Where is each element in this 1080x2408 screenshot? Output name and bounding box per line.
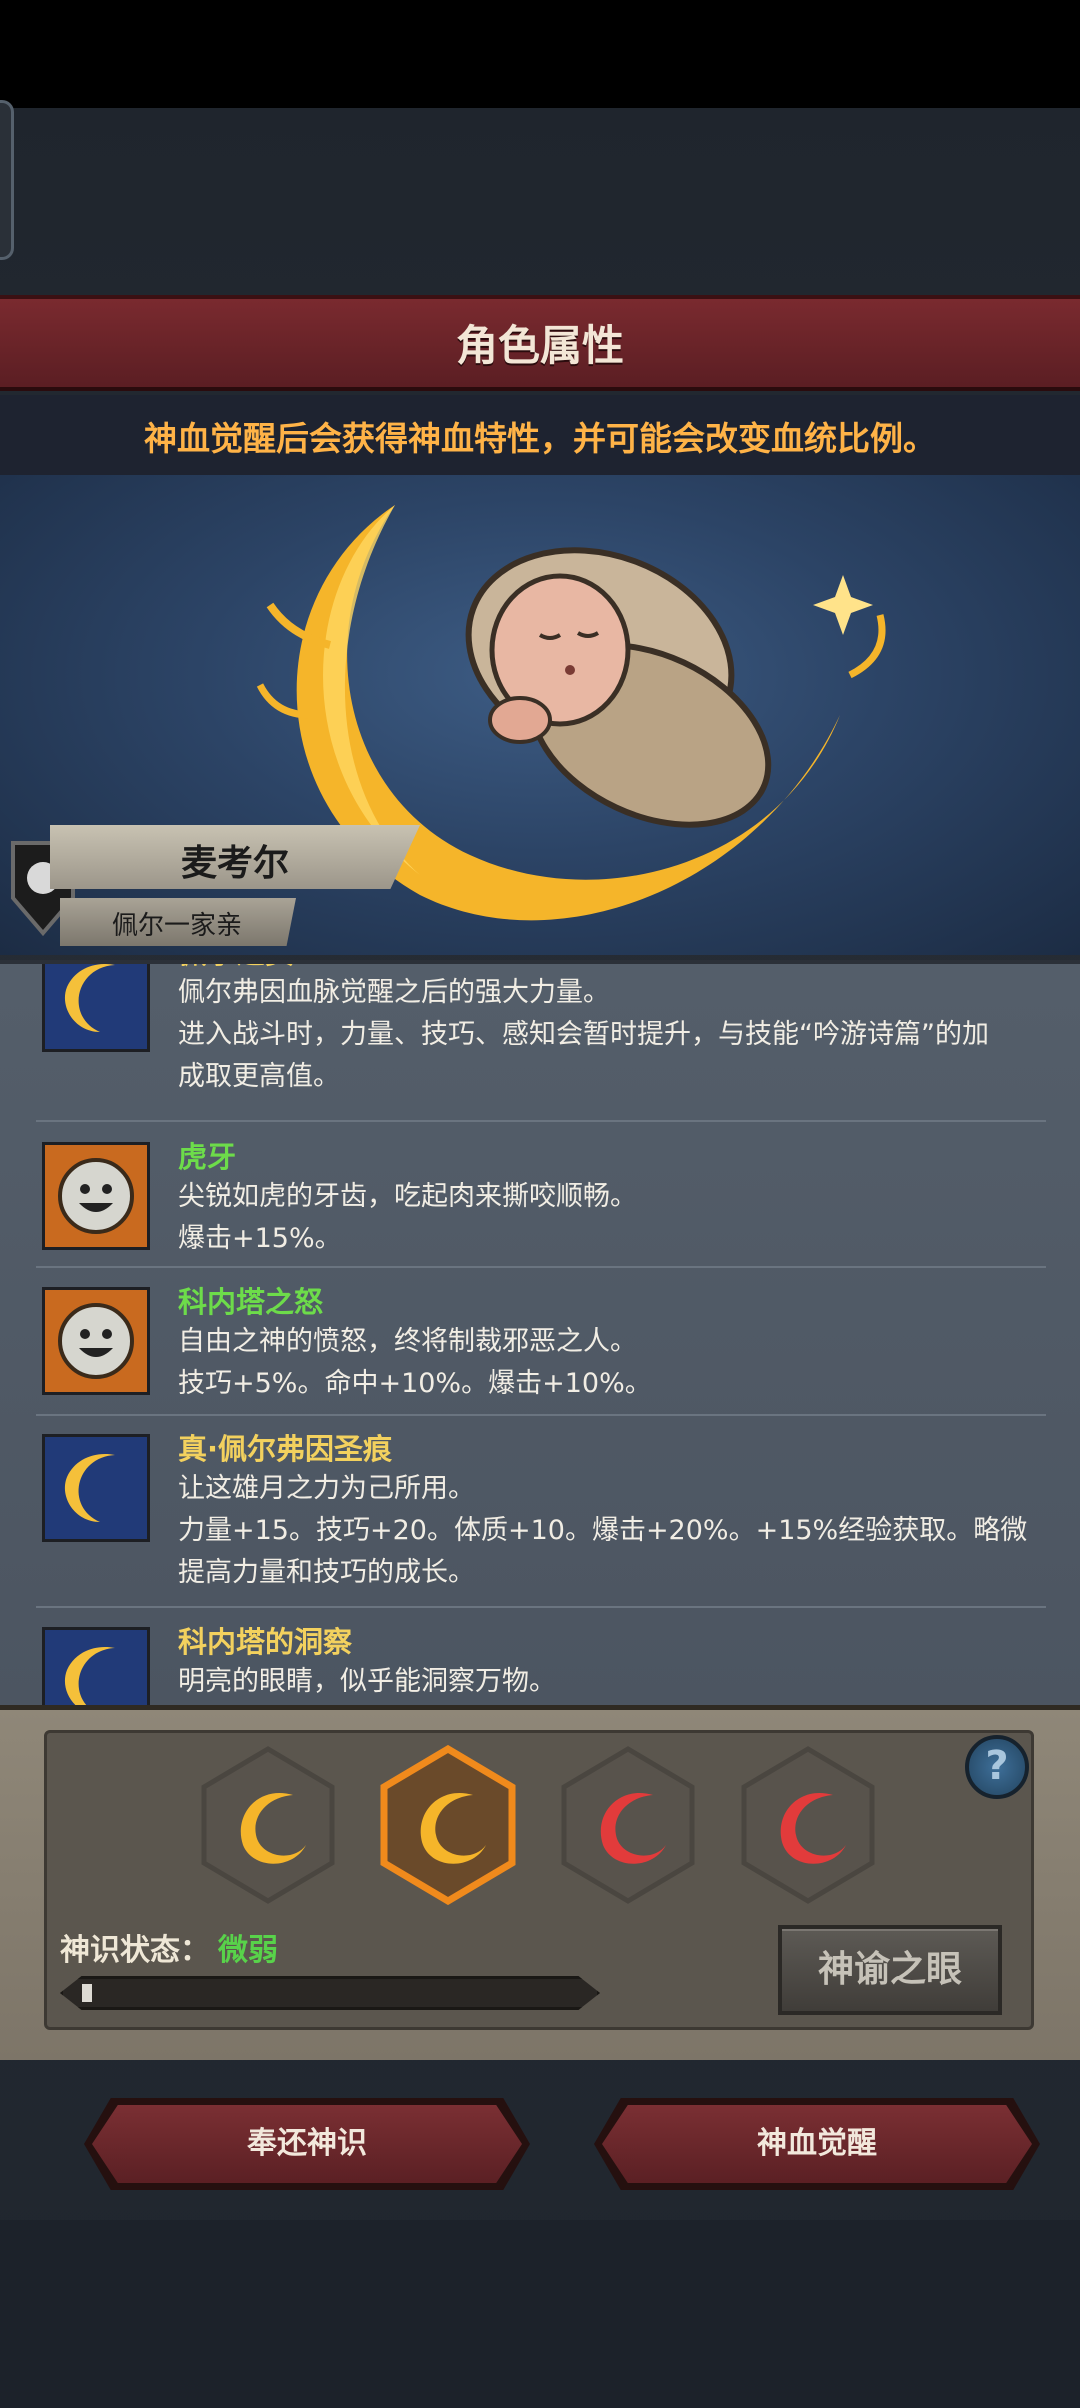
- status-value: 微弱: [218, 1933, 278, 1968]
- help-button[interactable]: ?: [965, 1735, 1029, 1799]
- progress-fill: [82, 1984, 92, 2002]
- status-label: 神识状态：: [60, 1933, 210, 1968]
- moon-icon: [42, 1627, 150, 1705]
- moon-icon: [42, 1434, 150, 1542]
- divine-blood-awaken-button[interactable]: 神血觉醒: [602, 2105, 1032, 2183]
- trait-name: 科内塔的洞察: [178, 1625, 353, 1659]
- trait-description: 明亮的眼睛，似乎能洞察万物。: [178, 1666, 556, 1697]
- trait-name: 虎牙: [178, 1140, 237, 1174]
- trait-description: 佩尔弗因血脉觉醒之后的强大力量。 进入战斗时，力量、技巧、感知会暂时提升，与技能…: [178, 977, 989, 1092]
- red-crescent-slot-1[interactable]: [558, 1745, 698, 1905]
- trait-name: 佩尔之资: [178, 964, 294, 972]
- smiley-sun-icon: [42, 1287, 150, 1395]
- status-bar-area: [0, 0, 1080, 108]
- background-bottom: [0, 2220, 1080, 2408]
- gold-crescent-slot-1[interactable]: [198, 1745, 338, 1905]
- trait-name: 真·佩尔弗因圣痕: [178, 1432, 393, 1466]
- trait-description: 尖锐如虎的牙齿，吃起肉来撕咬顺畅。 爆击+15%。: [178, 1181, 637, 1254]
- trait-name: 科内塔之怒: [178, 1285, 324, 1319]
- red-crescent-slot-2[interactable]: [738, 1745, 878, 1905]
- divider: [36, 1414, 1046, 1416]
- character-family: 佩尔一家亲: [111, 911, 242, 941]
- character-name: 麦考尔: [180, 843, 289, 884]
- side-tab-handle[interactable]: [0, 100, 14, 260]
- divine-sense-progress-bar: [60, 1976, 600, 2010]
- trait-description: 自由之神的愤怒，终将制裁邪恶之人。 技巧+5%。命中+10%。爆击+10%。: [178, 1326, 652, 1399]
- smiley-sun-icon: [42, 1142, 150, 1250]
- sparkle-icon: [813, 575, 873, 635]
- divider: [36, 1120, 1046, 1122]
- moon-icon: [42, 964, 150, 1052]
- oracle-eye-button[interactable]: 神谕之眼: [778, 1925, 1002, 2015]
- page-subtitle: 神血觉醒后会获得神血特性，并可能会改变血统比例。: [144, 419, 936, 458]
- divider: [36, 1606, 1046, 1608]
- trait-description: 让这雄月之力为己所用。 力量+15。技巧+20。体质+10。爆击+20%。+15…: [178, 1473, 1028, 1588]
- page-title: 角色属性: [455, 321, 624, 370]
- swaddled-baby-icon: [465, 547, 772, 828]
- return-divine-sense-button[interactable]: 奉还神识: [92, 2105, 522, 2183]
- divider: [36, 1266, 1046, 1268]
- gold-crescent-slot-2[interactable]: [378, 1744, 518, 1906]
- trait-list[interactable]: 佩尔之资 佩尔弗因血脉觉醒之后的强大力量。 进入战斗时，力量、技巧、感知会暂时提…: [0, 960, 1080, 1705]
